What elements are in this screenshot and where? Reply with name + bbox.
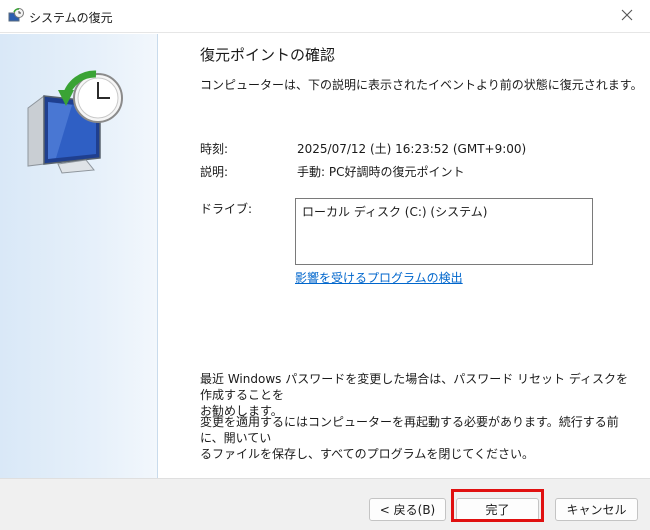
close-button[interactable] bbox=[604, 0, 650, 33]
back-button[interactable]: < 戻る(B) bbox=[369, 498, 446, 521]
side-panel bbox=[0, 34, 158, 478]
drives-label: ドライブ: bbox=[200, 202, 253, 216]
close-icon bbox=[621, 9, 633, 24]
system-restore-icon bbox=[8, 8, 24, 24]
button-bar: < 戻る(B) 完了 キャンセル bbox=[0, 478, 650, 530]
affected-programs-link[interactable]: 影響を受けるプログラムの検出 bbox=[295, 269, 463, 286]
restart-note-line-2: るファイルを保存し、すべてのプログラムを閉じてください。 bbox=[200, 447, 534, 461]
restart-note-line-1: 変更を適用するにはコンピューターを再起動する必要があります。続行する前に、開いて… bbox=[200, 415, 619, 445]
password-note: 最近 Windows パスワードを変更した場合は、パスワード リセット ディスク… bbox=[200, 371, 630, 419]
finish-button[interactable]: 完了 bbox=[456, 498, 539, 521]
description-label: 説明: bbox=[200, 165, 229, 179]
window-title: システムの復元 bbox=[29, 11, 113, 25]
password-note-line-1: 最近 Windows パスワードを変更した場合は、パスワード リセット ディスク… bbox=[200, 372, 628, 402]
system-restore-monitor-clock-icon bbox=[27, 70, 123, 174]
description-value: 手動: PC好調時の復元ポイント bbox=[297, 165, 465, 179]
title-bar: システムの復元 bbox=[0, 0, 650, 33]
time-label: 時刻: bbox=[200, 142, 229, 156]
time-value: 2025/07/12 (土) 16:23:52 (GMT+9:00) bbox=[297, 142, 527, 156]
page-title: 復元ポイントの確認 bbox=[200, 46, 336, 64]
main-content: 復元ポイントの確認 コンピューターは、下の説明に表示されたイベントより前の状態に… bbox=[158, 34, 650, 478]
drives-list[interactable]: ローカル ディスク (C:) (システム) bbox=[295, 198, 593, 265]
cancel-button[interactable]: キャンセル bbox=[555, 498, 638, 521]
list-item[interactable]: ローカル ディスク (C:) (システム) bbox=[302, 203, 586, 220]
page-subtitle: コンピューターは、下の説明に表示されたイベントより前の状態に復元されます。 bbox=[200, 78, 643, 92]
restart-note: 変更を適用するにはコンピューターを再起動する必要があります。続行する前に、開いて… bbox=[200, 414, 630, 462]
